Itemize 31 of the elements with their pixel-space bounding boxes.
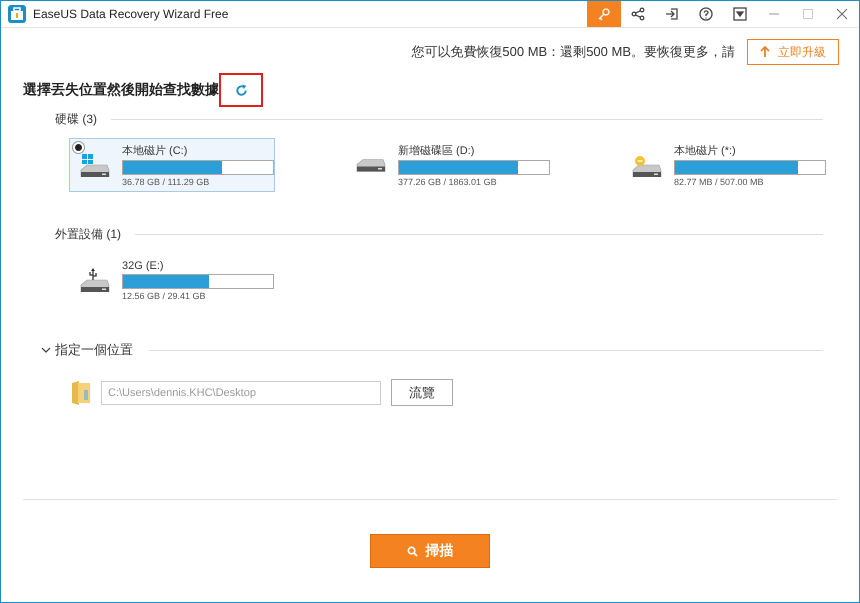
free-quota-text: 您可以免費恢復500 MB：還剩500 MB。要恢復更多，請 [411,43,735,61]
section-title: 指定一個位置 [55,341,133,359]
window-title: EaseUS Data Recovery Wizard Free [33,7,228,21]
drive-usage: 12.56 GB / 29.41 GB [122,290,207,300]
drive-card[interactable]: 本地磁片 (*:) 82.77 MB / 507.00 MB [621,138,827,192]
folder-icon [71,380,91,406]
path-field[interactable]: C:\Users\dennis.KHC\Desktop [101,380,381,404]
drive-name: 本地磁片 (C:) [122,144,188,158]
drive-name: 新增磁碟區 (D:) [398,144,476,158]
radio-dot-icon [73,142,84,153]
browse-button[interactable]: 流覽 [391,379,453,406]
toolbox-icon [7,4,27,24]
drive-name: 32G (E:) [122,260,165,272]
usb-drive-icon [80,268,110,292]
section-title: 硬碟 (3) [55,111,97,128]
section-title: 外置設備 (1) [55,226,121,243]
hard-drive-icon [80,152,110,178]
arrow-up-icon [760,46,770,58]
chevron-icon[interactable] [41,345,51,355]
drive-card[interactable]: 新增磁碟區 (D:) 377.26 GB / 1863.01 GB [345,138,551,192]
refresh-icon [234,82,248,98]
search-icon [406,546,418,556]
drive-usage: 82.77 MB / 507.00 MB [674,177,765,187]
drive-usage: 36.78 GB / 111.29 GB [122,177,210,187]
refresh-button[interactable] [219,73,263,107]
drive-usage: 377.26 GB / 1863.01 GB [398,177,498,187]
page-heading: 選擇丟失位置然後開始查找數據 [23,81,219,99]
drive-name: 本地磁片 (*:) [674,144,737,158]
drive-card[interactable]: 32G (E:) 12.56 GB / 29.41 GB [69,253,283,307]
hard-drive-icon [356,158,386,172]
drive-card[interactable]: 本地磁片 (C:) 36.78 GB / 111.29 GB [69,138,275,192]
